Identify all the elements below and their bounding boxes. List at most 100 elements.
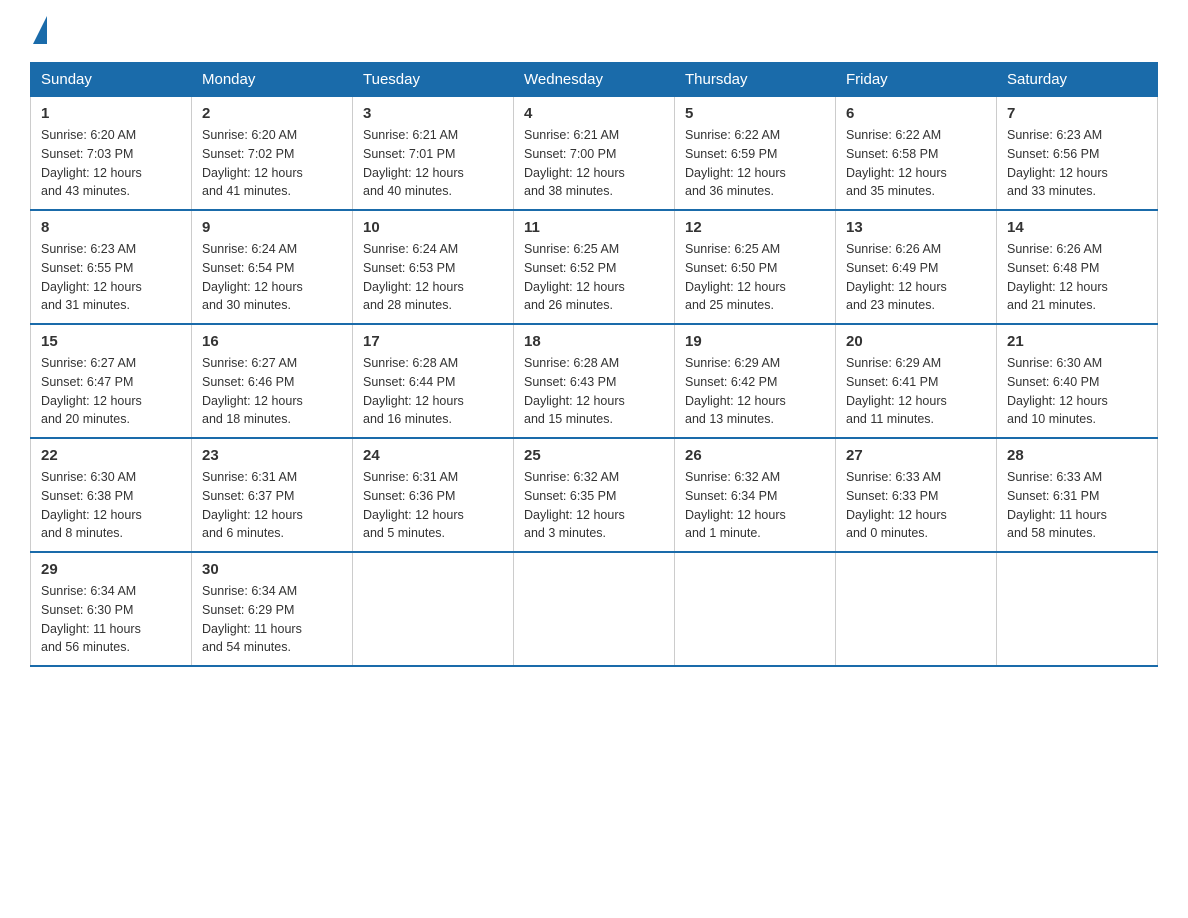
header-cell-sunday: Sunday bbox=[31, 63, 192, 97]
day-number: 10 bbox=[363, 219, 503, 236]
day-info: Sunrise: 6:23 AMSunset: 6:56 PMDaylight:… bbox=[1007, 126, 1147, 201]
day-cell: 19 Sunrise: 6:29 AMSunset: 6:42 PMDaylig… bbox=[675, 324, 836, 438]
day-cell: 22 Sunrise: 6:30 AMSunset: 6:38 PMDaylig… bbox=[31, 438, 192, 552]
logo-triangle-icon bbox=[33, 16, 47, 44]
day-info: Sunrise: 6:26 AMSunset: 6:48 PMDaylight:… bbox=[1007, 240, 1147, 315]
day-number: 21 bbox=[1007, 333, 1147, 350]
day-cell: 3 Sunrise: 6:21 AMSunset: 7:01 PMDayligh… bbox=[353, 97, 514, 211]
day-cell: 11 Sunrise: 6:25 AMSunset: 6:52 PMDaylig… bbox=[514, 210, 675, 324]
day-cell: 9 Sunrise: 6:24 AMSunset: 6:54 PMDayligh… bbox=[192, 210, 353, 324]
header-cell-saturday: Saturday bbox=[997, 63, 1158, 97]
day-number: 11 bbox=[524, 219, 664, 236]
day-cell: 10 Sunrise: 6:24 AMSunset: 6:53 PMDaylig… bbox=[353, 210, 514, 324]
day-cell: 23 Sunrise: 6:31 AMSunset: 6:37 PMDaylig… bbox=[192, 438, 353, 552]
day-info: Sunrise: 6:32 AMSunset: 6:35 PMDaylight:… bbox=[524, 468, 664, 543]
day-cell: 28 Sunrise: 6:33 AMSunset: 6:31 PMDaylig… bbox=[997, 438, 1158, 552]
day-info: Sunrise: 6:25 AMSunset: 6:50 PMDaylight:… bbox=[685, 240, 825, 315]
day-number: 26 bbox=[685, 447, 825, 464]
day-cell: 15 Sunrise: 6:27 AMSunset: 6:47 PMDaylig… bbox=[31, 324, 192, 438]
day-cell: 12 Sunrise: 6:25 AMSunset: 6:50 PMDaylig… bbox=[675, 210, 836, 324]
header-cell-friday: Friday bbox=[836, 63, 997, 97]
day-number: 12 bbox=[685, 219, 825, 236]
day-number: 14 bbox=[1007, 219, 1147, 236]
day-info: Sunrise: 6:27 AMSunset: 6:46 PMDaylight:… bbox=[202, 354, 342, 429]
day-number: 2 bbox=[202, 105, 342, 122]
day-cell: 4 Sunrise: 6:21 AMSunset: 7:00 PMDayligh… bbox=[514, 97, 675, 211]
day-info: Sunrise: 6:21 AMSunset: 7:01 PMDaylight:… bbox=[363, 126, 503, 201]
page-header bbox=[30, 20, 1158, 42]
day-cell: 21 Sunrise: 6:30 AMSunset: 6:40 PMDaylig… bbox=[997, 324, 1158, 438]
day-info: Sunrise: 6:28 AMSunset: 6:44 PMDaylight:… bbox=[363, 354, 503, 429]
day-cell: 5 Sunrise: 6:22 AMSunset: 6:59 PMDayligh… bbox=[675, 97, 836, 211]
day-number: 9 bbox=[202, 219, 342, 236]
day-cell: 20 Sunrise: 6:29 AMSunset: 6:41 PMDaylig… bbox=[836, 324, 997, 438]
day-info: Sunrise: 6:34 AMSunset: 6:29 PMDaylight:… bbox=[202, 582, 342, 657]
day-cell: 6 Sunrise: 6:22 AMSunset: 6:58 PMDayligh… bbox=[836, 97, 997, 211]
day-info: Sunrise: 6:26 AMSunset: 6:49 PMDaylight:… bbox=[846, 240, 986, 315]
day-cell: 7 Sunrise: 6:23 AMSunset: 6:56 PMDayligh… bbox=[997, 97, 1158, 211]
day-number: 4 bbox=[524, 105, 664, 122]
day-cell: 27 Sunrise: 6:33 AMSunset: 6:33 PMDaylig… bbox=[836, 438, 997, 552]
day-cell: 1 Sunrise: 6:20 AMSunset: 7:03 PMDayligh… bbox=[31, 97, 192, 211]
day-info: Sunrise: 6:27 AMSunset: 6:47 PMDaylight:… bbox=[41, 354, 181, 429]
day-info: Sunrise: 6:31 AMSunset: 6:37 PMDaylight:… bbox=[202, 468, 342, 543]
day-cell bbox=[997, 552, 1158, 666]
day-info: Sunrise: 6:23 AMSunset: 6:55 PMDaylight:… bbox=[41, 240, 181, 315]
day-info: Sunrise: 6:20 AMSunset: 7:02 PMDaylight:… bbox=[202, 126, 342, 201]
day-number: 1 bbox=[41, 105, 181, 122]
day-number: 5 bbox=[685, 105, 825, 122]
day-number: 29 bbox=[41, 561, 181, 578]
day-number: 30 bbox=[202, 561, 342, 578]
day-cell bbox=[836, 552, 997, 666]
header-cell-monday: Monday bbox=[192, 63, 353, 97]
day-cell: 24 Sunrise: 6:31 AMSunset: 6:36 PMDaylig… bbox=[353, 438, 514, 552]
day-number: 17 bbox=[363, 333, 503, 350]
day-info: Sunrise: 6:22 AMSunset: 6:58 PMDaylight:… bbox=[846, 126, 986, 201]
day-cell: 8 Sunrise: 6:23 AMSunset: 6:55 PMDayligh… bbox=[31, 210, 192, 324]
day-number: 23 bbox=[202, 447, 342, 464]
day-info: Sunrise: 6:29 AMSunset: 6:42 PMDaylight:… bbox=[685, 354, 825, 429]
header-row: SundayMondayTuesdayWednesdayThursdayFrid… bbox=[31, 63, 1158, 97]
day-info: Sunrise: 6:22 AMSunset: 6:59 PMDaylight:… bbox=[685, 126, 825, 201]
header-cell-thursday: Thursday bbox=[675, 63, 836, 97]
day-cell bbox=[675, 552, 836, 666]
day-cell: 2 Sunrise: 6:20 AMSunset: 7:02 PMDayligh… bbox=[192, 97, 353, 211]
week-row-2: 8 Sunrise: 6:23 AMSunset: 6:55 PMDayligh… bbox=[31, 210, 1158, 324]
week-row-3: 15 Sunrise: 6:27 AMSunset: 6:47 PMDaylig… bbox=[31, 324, 1158, 438]
day-info: Sunrise: 6:30 AMSunset: 6:38 PMDaylight:… bbox=[41, 468, 181, 543]
logo bbox=[30, 20, 47, 42]
day-number: 25 bbox=[524, 447, 664, 464]
day-number: 13 bbox=[846, 219, 986, 236]
day-number: 27 bbox=[846, 447, 986, 464]
day-cell: 16 Sunrise: 6:27 AMSunset: 6:46 PMDaylig… bbox=[192, 324, 353, 438]
day-cell: 29 Sunrise: 6:34 AMSunset: 6:30 PMDaylig… bbox=[31, 552, 192, 666]
header-cell-tuesday: Tuesday bbox=[353, 63, 514, 97]
day-info: Sunrise: 6:34 AMSunset: 6:30 PMDaylight:… bbox=[41, 582, 181, 657]
day-number: 3 bbox=[363, 105, 503, 122]
day-info: Sunrise: 6:31 AMSunset: 6:36 PMDaylight:… bbox=[363, 468, 503, 543]
day-number: 16 bbox=[202, 333, 342, 350]
header-cell-wednesday: Wednesday bbox=[514, 63, 675, 97]
day-number: 8 bbox=[41, 219, 181, 236]
day-number: 20 bbox=[846, 333, 986, 350]
day-cell: 26 Sunrise: 6:32 AMSunset: 6:34 PMDaylig… bbox=[675, 438, 836, 552]
day-info: Sunrise: 6:29 AMSunset: 6:41 PMDaylight:… bbox=[846, 354, 986, 429]
day-info: Sunrise: 6:33 AMSunset: 6:33 PMDaylight:… bbox=[846, 468, 986, 543]
day-cell: 14 Sunrise: 6:26 AMSunset: 6:48 PMDaylig… bbox=[997, 210, 1158, 324]
day-info: Sunrise: 6:30 AMSunset: 6:40 PMDaylight:… bbox=[1007, 354, 1147, 429]
day-cell: 18 Sunrise: 6:28 AMSunset: 6:43 PMDaylig… bbox=[514, 324, 675, 438]
day-cell: 13 Sunrise: 6:26 AMSunset: 6:49 PMDaylig… bbox=[836, 210, 997, 324]
day-cell: 30 Sunrise: 6:34 AMSunset: 6:29 PMDaylig… bbox=[192, 552, 353, 666]
day-cell bbox=[514, 552, 675, 666]
day-info: Sunrise: 6:28 AMSunset: 6:43 PMDaylight:… bbox=[524, 354, 664, 429]
day-number: 18 bbox=[524, 333, 664, 350]
day-cell: 25 Sunrise: 6:32 AMSunset: 6:35 PMDaylig… bbox=[514, 438, 675, 552]
day-number: 28 bbox=[1007, 447, 1147, 464]
week-row-5: 29 Sunrise: 6:34 AMSunset: 6:30 PMDaylig… bbox=[31, 552, 1158, 666]
day-info: Sunrise: 6:33 AMSunset: 6:31 PMDaylight:… bbox=[1007, 468, 1147, 543]
day-cell: 17 Sunrise: 6:28 AMSunset: 6:44 PMDaylig… bbox=[353, 324, 514, 438]
day-number: 22 bbox=[41, 447, 181, 464]
day-number: 24 bbox=[363, 447, 503, 464]
day-info: Sunrise: 6:25 AMSunset: 6:52 PMDaylight:… bbox=[524, 240, 664, 315]
day-number: 15 bbox=[41, 333, 181, 350]
